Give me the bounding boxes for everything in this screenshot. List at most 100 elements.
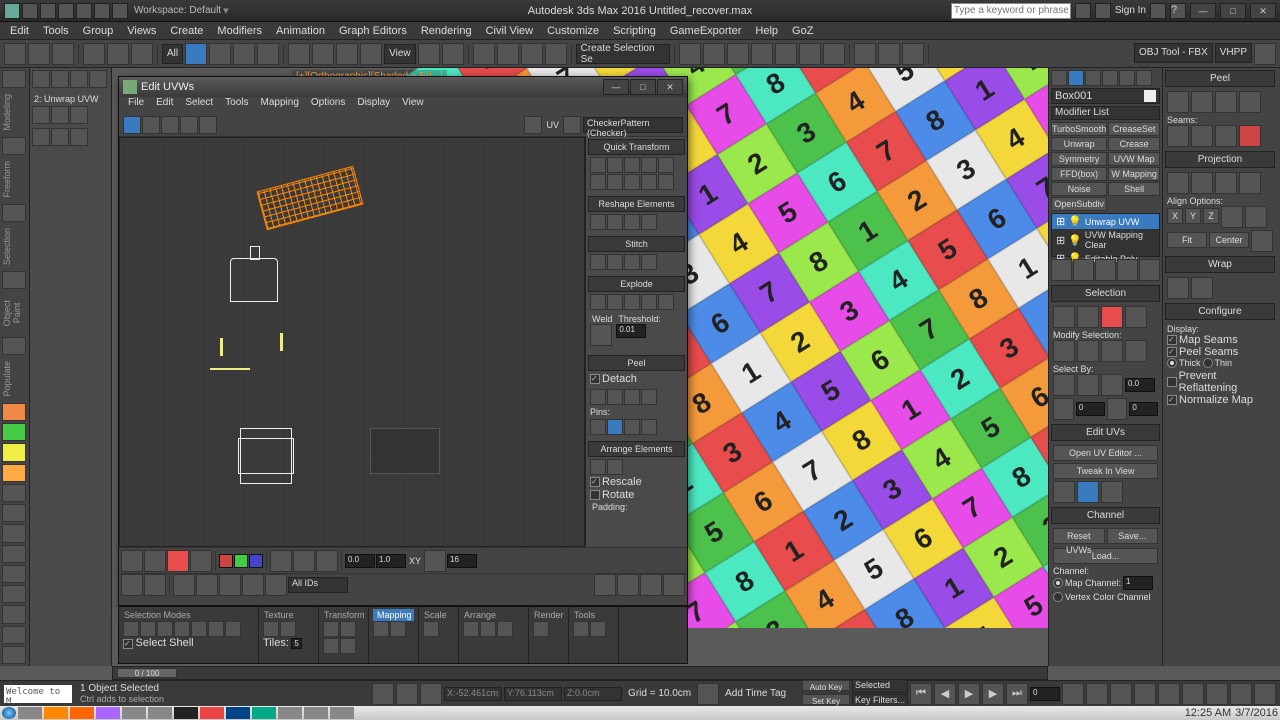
rb-tx-2-icon[interactable] — [280, 621, 296, 637]
ex-3-icon[interactable] — [624, 294, 640, 310]
task-app-7-icon[interactable] — [304, 707, 328, 719]
nav-4-icon[interactable] — [1158, 683, 1180, 705]
coord-icon[interactable] — [420, 683, 442, 705]
bt-vert-icon[interactable] — [121, 550, 143, 572]
uv-element-6b[interactable] — [238, 438, 294, 474]
center-button[interactable]: Center — [1209, 232, 1249, 248]
goto-end-icon[interactable]: ⏭ — [1006, 683, 1028, 705]
uvw-freeform-icon[interactable] — [180, 116, 198, 134]
qt-2-icon[interactable] — [607, 157, 623, 173]
rb-tl-2-icon[interactable] — [590, 621, 606, 637]
loop-icon[interactable] — [1125, 340, 1147, 362]
rb-mp-1-icon[interactable] — [373, 621, 389, 637]
render-icon[interactable] — [902, 43, 924, 65]
all-ids-combo[interactable]: All IDs — [288, 577, 348, 593]
selby-3-icon[interactable] — [1101, 374, 1123, 396]
task-firefox-icon[interactable] — [70, 707, 94, 719]
weld-1-icon[interactable] — [590, 324, 612, 346]
pin-1-icon[interactable] — [590, 419, 606, 435]
task-ps-icon[interactable] — [226, 707, 250, 719]
se-display-icon[interactable] — [51, 70, 69, 88]
proj-sphere-icon[interactable] — [1215, 172, 1237, 194]
peel-4-icon[interactable] — [1239, 91, 1261, 113]
app-icon[interactable] — [4, 3, 20, 19]
rb-tr-3-icon[interactable] — [323, 638, 339, 654]
pivot-icon[interactable] — [418, 43, 440, 65]
seam-2-icon[interactable] — [1191, 125, 1213, 147]
rb-ar-3-icon[interactable] — [497, 621, 513, 637]
uvw-menu-options[interactable]: Options — [306, 97, 350, 113]
uvw-menu-display[interactable]: Display — [352, 97, 395, 113]
normalize-check[interactable] — [1167, 395, 1177, 405]
exchange-icon[interactable] — [1150, 3, 1166, 19]
time-slider[interactable]: 0 / 100 — [117, 668, 177, 678]
seam-4-icon[interactable] — [1239, 125, 1261, 147]
uvw-texlist-icon[interactable] — [563, 116, 581, 134]
bt2-6-icon[interactable] — [242, 574, 264, 596]
selby-4-icon[interactable] — [1053, 398, 1074, 420]
task-app-3-icon[interactable] — [122, 707, 146, 719]
mod-uvw-map[interactable]: UVW Map — [1108, 152, 1160, 166]
ex-2-icon[interactable] — [607, 294, 623, 310]
time-config-icon[interactable] — [1062, 683, 1084, 705]
map-channel-spinner[interactable]: 1 — [1123, 576, 1153, 590]
qt-3-icon[interactable] — [624, 157, 640, 173]
map-channel-radio[interactable] — [1053, 578, 1063, 588]
stack-uvw-mapping-clear[interactable]: ⊞💡 UVW Mapping Clear — [1052, 229, 1159, 251]
task-app-4-icon[interactable] — [148, 707, 172, 719]
angle-snap-icon[interactable] — [497, 43, 519, 65]
nav-7-icon[interactable] — [1230, 683, 1252, 705]
peel-icon[interactable] — [1077, 481, 1099, 503]
select-icon[interactable] — [185, 43, 207, 65]
wrap-rollout[interactable]: Wrap — [1165, 256, 1275, 273]
uvw-menu-tools[interactable]: Tools — [220, 97, 253, 113]
grid-icon[interactable] — [2, 646, 26, 664]
bt2-1-icon[interactable] — [121, 574, 143, 596]
bt2-2-icon[interactable] — [144, 574, 166, 596]
task-zbrush-icon[interactable] — [174, 707, 198, 719]
se-edit-icon[interactable] — [70, 70, 88, 88]
autokey-button[interactable]: Auto Key — [802, 680, 850, 691]
freeform-icon[interactable] — [2, 137, 26, 155]
redo-tool-icon[interactable] — [107, 43, 129, 65]
mod-noise[interactable]: Noise — [1051, 182, 1107, 196]
peel-2-icon[interactable] — [1191, 91, 1213, 113]
menu-animation[interactable]: Animation — [270, 25, 331, 37]
peel-seams-check[interactable] — [1167, 347, 1177, 357]
threshold-spinner[interactable]: 0.01 — [616, 324, 646, 338]
se-select-icon[interactable] — [32, 70, 50, 88]
pin-2-icon[interactable] — [607, 419, 623, 435]
rotate-check[interactable] — [590, 490, 600, 500]
minimize-button[interactable]: — — [1190, 3, 1216, 19]
nav-6-icon[interactable] — [1206, 683, 1228, 705]
menu-modifiers[interactable]: Modifiers — [211, 25, 268, 37]
seam-3-icon[interactable] — [1215, 125, 1237, 147]
pin-3-icon[interactable] — [624, 419, 640, 435]
sphere-green-icon[interactable] — [2, 423, 26, 441]
vertex-color-radio[interactable] — [1053, 592, 1063, 602]
sel-edge-icon[interactable] — [1077, 306, 1099, 328]
selby-spinner-2[interactable]: 0 — [1076, 402, 1105, 416]
menu-customize[interactable]: Customize — [541, 25, 605, 37]
task-app-5-icon[interactable] — [200, 707, 224, 719]
rb-sm-1-icon[interactable] — [123, 621, 139, 637]
rb-sm-5-icon[interactable] — [191, 621, 207, 637]
object-color-swatch[interactable] — [1144, 90, 1156, 102]
render-setup-icon[interactable] — [854, 43, 876, 65]
uv-element-4[interactable] — [280, 333, 283, 351]
menu-civil-view[interactable]: Civil View — [480, 25, 539, 37]
shrink-icon[interactable] — [1077, 340, 1099, 362]
u-spinner[interactable]: 0.0 — [345, 554, 375, 568]
wrap-1-icon[interactable] — [1167, 277, 1189, 299]
pl-3-icon[interactable] — [624, 389, 640, 405]
display-panel-icon[interactable] — [1119, 70, 1135, 86]
qt-4-icon[interactable] — [641, 157, 657, 173]
v-spinner[interactable]: 1.0 — [376, 554, 406, 568]
tray-time[interactable]: 12:25 AM — [1185, 707, 1231, 719]
selby-1-icon[interactable] — [1053, 374, 1075, 396]
menu-create[interactable]: Create — [164, 25, 209, 37]
qt-5-icon[interactable] — [658, 157, 674, 173]
st-3-icon[interactable] — [624, 254, 640, 270]
select-link-icon[interactable] — [4, 43, 26, 65]
maximize-button[interactable]: □ — [1220, 3, 1246, 19]
